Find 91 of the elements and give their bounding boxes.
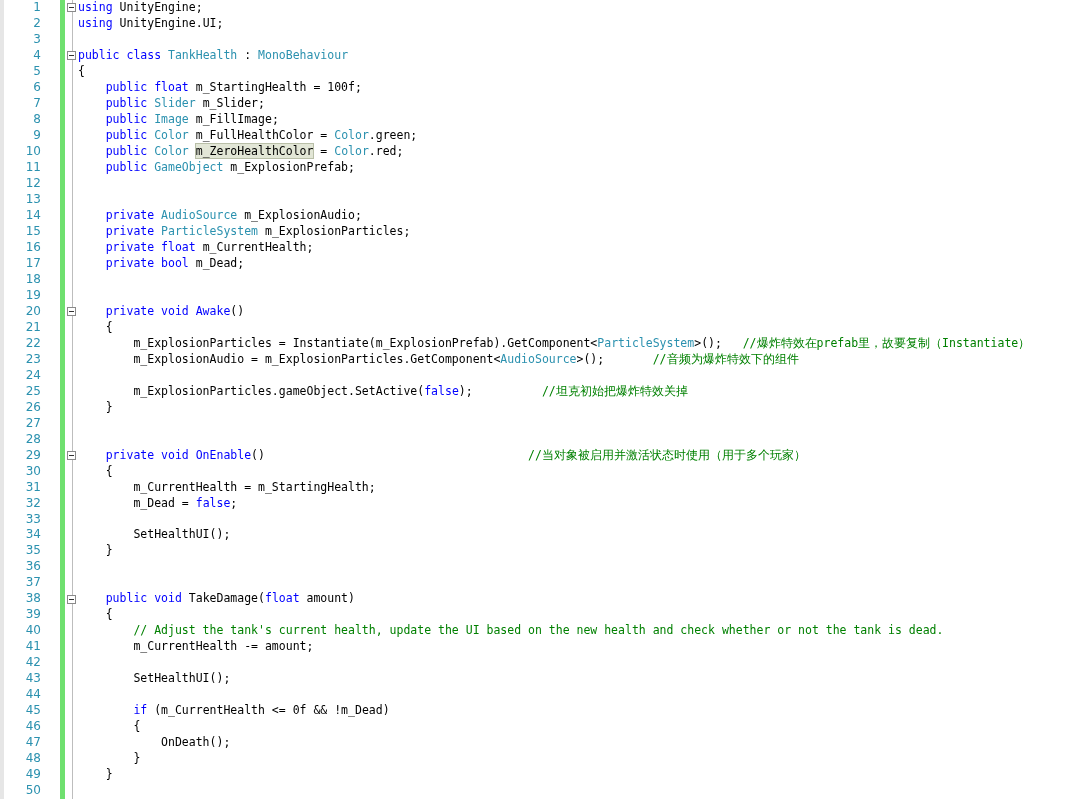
code-line: { xyxy=(104,607,113,624)
line-number: 25 xyxy=(25,383,41,400)
line-number: 27 xyxy=(25,415,41,432)
code-line: public Image m_FillImage; xyxy=(104,111,279,128)
line-number: 46 xyxy=(25,719,41,736)
line-number: 39 xyxy=(25,607,41,624)
line-number: 42 xyxy=(25,655,41,672)
code-line: using UnityEngine.UI; xyxy=(78,16,224,32)
line-number: 13 xyxy=(25,191,41,208)
line-number: 22 xyxy=(25,335,41,352)
line-number: 45 xyxy=(25,703,41,720)
line-number: 50 xyxy=(25,783,41,799)
line-number: 3 xyxy=(33,31,41,48)
line-number: 10 xyxy=(25,143,41,160)
line-number: 15 xyxy=(25,223,41,240)
line-number: 17 xyxy=(25,255,41,272)
code-line: if (m_CurrentHealth <= 0f && !m_Dead) xyxy=(132,703,390,720)
code-line: } xyxy=(104,767,113,784)
code-line: public GameObject m_ExplosionPrefab; xyxy=(104,159,355,176)
line-number: 44 xyxy=(25,687,41,704)
line-number: 49 xyxy=(25,767,41,784)
code-line: { xyxy=(104,319,113,336)
line-number: 11 xyxy=(25,159,41,176)
code-line: public class TankHealth : MonoBehaviour xyxy=(78,47,349,64)
line-number: 48 xyxy=(25,751,41,768)
code-line: { xyxy=(132,719,141,736)
line-number: 29 xyxy=(25,447,41,464)
collapse-icon[interactable] xyxy=(67,594,76,604)
code-line: private void Awake() xyxy=(104,303,245,320)
code-line: m_ExplosionParticles.gameObject.SetActive(false); //坦克初始把爆炸特效关掉 xyxy=(132,383,688,400)
line-number: 43 xyxy=(25,671,41,688)
line-number: 26 xyxy=(25,399,41,416)
code-line: private ParticleSystem m_ExplosionParticles; xyxy=(104,223,411,240)
line-number: 40 xyxy=(25,623,41,640)
line-number: 35 xyxy=(25,543,41,560)
code-line: private float m_CurrentHealth; xyxy=(104,239,314,256)
line-number: 21 xyxy=(25,319,41,336)
line-number: 5 xyxy=(33,63,41,80)
code-line: private void OnEnable() //当对象被启用并激活状态时使用（用于多个玩家） xyxy=(104,447,806,464)
line-number: 16 xyxy=(25,239,41,256)
code-line: public Color m_FullHealthColor = Color.green; xyxy=(104,127,418,144)
line-number: 6 xyxy=(33,79,41,96)
line-number: 2 xyxy=(33,16,41,32)
line-number: 32 xyxy=(25,495,41,512)
collapse-icon[interactable] xyxy=(67,3,76,13)
line-number: 34 xyxy=(25,527,41,544)
code-line: // Adjust the tank's current health, update the UI based on the new health and check whether or not the tank is dead. xyxy=(132,623,944,640)
collapse-icon[interactable] xyxy=(67,451,76,461)
code-line: public void TakeDamage(float amount) xyxy=(104,591,355,608)
line-number: 36 xyxy=(25,559,41,576)
code-line: SetHealthUI(); xyxy=(132,527,231,544)
line-number: 33 xyxy=(25,511,41,528)
code-line: using UnityEngine; xyxy=(78,0,203,16)
code-line: m_CurrentHealth -= amount; xyxy=(132,639,314,656)
line-number: 24 xyxy=(25,367,41,384)
line-number: 18 xyxy=(25,271,41,288)
line-number: 23 xyxy=(25,351,41,368)
code-line: } xyxy=(104,399,113,416)
line-number: 20 xyxy=(25,303,41,320)
code-line: OnDeath(); xyxy=(160,735,231,752)
line-number: 4 xyxy=(33,47,41,64)
line-number: 1 xyxy=(33,0,41,16)
code-line: } xyxy=(132,751,141,768)
code-line: m_ExplosionAudio = m_ExplosionParticles.GetComponent<AudioSource>(); //音频为爆炸特效下的组件 xyxy=(132,351,799,368)
code-line: public Color m_ZeroHealthColor = Color.red; xyxy=(104,143,404,160)
code-line: m_Dead = false; xyxy=(132,495,238,512)
code-line: SetHealthUI(); xyxy=(132,671,231,688)
collapse-icon[interactable] xyxy=(67,51,76,61)
line-number: 41 xyxy=(25,639,41,656)
code-line: private AudioSource m_ExplosionAudio; xyxy=(104,207,362,224)
line-number: 19 xyxy=(25,287,41,304)
line-number: 12 xyxy=(25,175,41,192)
line-number: 8 xyxy=(33,111,41,128)
code-line: m_CurrentHealth = m_StartingHealth; xyxy=(132,479,376,496)
code-line: { xyxy=(104,463,113,480)
line-number: 47 xyxy=(25,735,41,752)
line-number: 31 xyxy=(25,479,41,496)
line-number: 38 xyxy=(25,591,41,608)
line-number: 30 xyxy=(25,463,41,480)
line-number: 7 xyxy=(33,95,41,112)
code-line: public float m_StartingHealth = 100f; xyxy=(104,79,362,96)
code-line: } xyxy=(104,543,113,560)
collapse-icon[interactable] xyxy=(67,307,76,317)
code-line: m_ExplosionParticles = Instantiate(m_ExplosionPrefab).GetComponent<ParticleSystem>(); //爆炸特效在prefab里，故要复制（Instantiate） xyxy=(132,335,1031,352)
line-number: 9 xyxy=(33,127,41,144)
line-number: 14 xyxy=(25,207,41,224)
line-number: 37 xyxy=(25,575,41,592)
code-line: public Slider m_Slider; xyxy=(104,95,265,112)
line-number: 28 xyxy=(25,431,41,448)
code-line: { xyxy=(78,63,85,80)
code-line: private bool m_Dead; xyxy=(104,255,245,272)
